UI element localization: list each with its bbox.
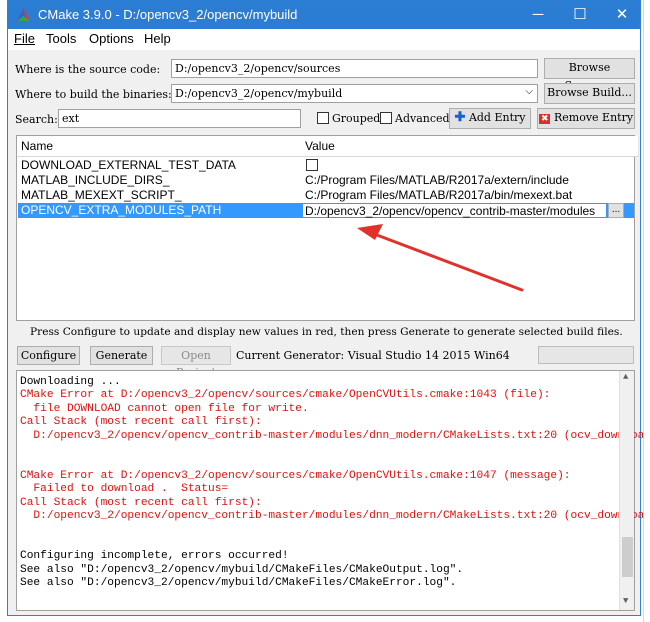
- search-input[interactable]: ext: [58, 109, 301, 128]
- menu-file[interactable]: File: [14, 31, 35, 46]
- log-line: See also "D:/opencv3_2/opencv/mybuild/CM…: [20, 577, 457, 589]
- log-line: D:/opencv3_2/opencv/opencv_contrib-maste…: [20, 429, 650, 442]
- chevron-down-icon[interactable]: ⌵: [525, 86, 533, 97]
- build-path-value: D:/opencv3_2/opencv/mybuild: [175, 87, 343, 100]
- window-title: CMake 3.9.0 - D:/opencv3_2/opencv/mybuil…: [38, 7, 298, 22]
- annotation-arrow: [357, 224, 524, 292]
- log-line: CMake Error at D:/opencv3_2/opencv/sourc…: [20, 469, 571, 482]
- close-button[interactable]: ✕: [602, 1, 642, 29]
- configure-button[interactable]: Configure: [17, 346, 80, 365]
- add-entry-label: Add Entry: [468, 111, 526, 124]
- log-line: Call Stack (most recent call first):: [20, 416, 262, 429]
- open-project-button[interactable]: Open Project: [161, 346, 231, 379]
- cache-table: Name Value DOWNLOAD_EXTERNAL_TEST_DATA M…: [16, 135, 639, 321]
- current-generator-label: Current Generator: Visual Studio 14 2015…: [236, 349, 510, 362]
- minimize-button[interactable]: ─: [518, 1, 558, 29]
- menu-tools[interactable]: Tools: [46, 31, 76, 46]
- log-line: See also "D:/opencv3_2/opencv/mybuild/CM…: [20, 563, 464, 576]
- generate-button[interactable]: Generate: [90, 346, 153, 365]
- advanced-label: Advanced: [395, 112, 450, 125]
- log-line: Failed to download . Status=: [20, 483, 229, 496]
- configure-hint: Press Configure to update and display ne…: [30, 326, 623, 338]
- menu-help[interactable]: Help: [144, 31, 171, 46]
- source-path-input[interactable]: D:/opencv3_2/opencv/sources: [171, 59, 538, 78]
- browse-source-button[interactable]: Browse Source...: [544, 58, 635, 92]
- log-line: D:/opencv3_2/opencv/opencv_contrib-maste…: [20, 510, 650, 522]
- search-label: Search:: [15, 113, 58, 126]
- log-line: Call Stack (most recent call first):: [20, 496, 262, 509]
- source-label: Where is the source code:: [15, 63, 161, 76]
- advanced-checkbox[interactable]: [380, 112, 392, 124]
- build-path-combobox[interactable]: D:/opencv3_2/opencv/mybuild ⌵: [171, 84, 538, 103]
- scroll-down-icon[interactable]: ▼: [623, 595, 628, 608]
- log-line: Downloading ...: [20, 376, 121, 388]
- remove-icon: ✖: [538, 114, 551, 124]
- plus-icon: ✚: [454, 110, 466, 125]
- log-line: Configuring incomplete, errors occurred!: [20, 550, 289, 563]
- scrollbar-thumb[interactable]: [622, 537, 633, 577]
- grouped-checkbox[interactable]: [317, 112, 329, 124]
- log-line: CMake Error at D:/opencv3_2/opencv/sourc…: [20, 389, 551, 402]
- scroll-up-icon[interactable]: ▲: [623, 371, 628, 384]
- cmake-app-icon: [16, 7, 31, 22]
- grouped-label: Grouped: [332, 112, 381, 125]
- vertical-scrollbar[interactable]: ▲ ▼: [619, 371, 634, 610]
- build-label: Where to build the binaries:: [15, 88, 172, 101]
- background-window-edge: [643, 0, 650, 622]
- progress-bar: [538, 346, 634, 364]
- remove-entry-label: Remove Entry: [553, 111, 634, 124]
- browse-build-button[interactable]: Browse Build...: [544, 83, 635, 104]
- title-bar[interactable]: CMake 3.9.0 - D:/opencv3_2/opencv/mybuil…: [8, 1, 640, 29]
- add-entry-button[interactable]: ✚ Add Entry: [449, 108, 531, 129]
- menu-options[interactable]: Options: [89, 31, 134, 46]
- menu-bar: File Tools Options Help: [8, 29, 640, 50]
- cmake-window: CMake 3.9.0 - D:/opencv3_2/opencv/mybuil…: [7, 0, 650, 616]
- output-log[interactable]: Downloading ... CMake Error at D:/opencv3…: [16, 370, 650, 611]
- maximize-button[interactable]: ☐: [560, 1, 600, 29]
- log-line: file DOWNLOAD cannot open file for write…: [20, 402, 309, 415]
- remove-entry-button[interactable]: ✖ Remove Entry: [537, 108, 635, 129]
